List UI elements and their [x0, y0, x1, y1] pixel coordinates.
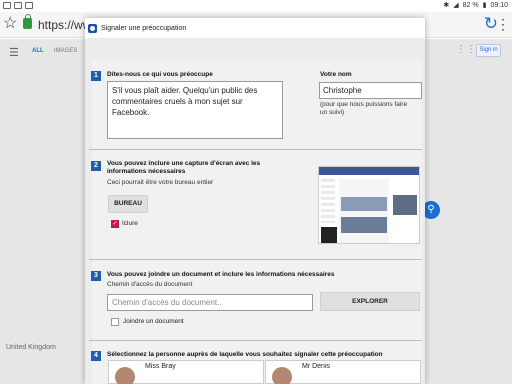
- status-indicators: ✱ ◢ 82 % ▮ 09:10: [443, 1, 508, 10]
- tab-all[interactable]: ALL: [32, 48, 44, 54]
- preview-feed: [339, 179, 389, 243]
- avatar: [272, 367, 292, 384]
- preview-post: [341, 217, 387, 233]
- section-divider: [89, 259, 422, 260]
- app-notification-icon: [14, 2, 22, 9]
- hamburger-menu-icon[interactable]: ☰: [9, 46, 19, 59]
- apps-grid-icon[interactable]: ⋮⋮: [456, 44, 476, 55]
- bluetooth-icon: ✱: [443, 2, 450, 9]
- section-4-label: Sélectionnez la personne auprès de laque…: [107, 351, 383, 358]
- attach-document-checkbox[interactable]: [111, 318, 119, 326]
- include-screenshot-label: Iclure: [122, 220, 138, 227]
- person-name: Miss Bray: [145, 363, 176, 370]
- person-name: Mr Denis: [302, 363, 331, 370]
- name-label: Votre nom: [320, 71, 352, 78]
- preview-post: [341, 197, 387, 211]
- gallery-notification-icon: [3, 2, 11, 9]
- preview-thumbnail: [321, 227, 337, 243]
- wifi-icon: ◢: [453, 2, 459, 9]
- section-4-number: 4: [91, 351, 101, 361]
- battery-icon: ▮: [482, 2, 487, 9]
- person-card[interactable]: Mr Denis: [265, 360, 421, 384]
- section-divider: [89, 340, 422, 341]
- attach-document-label: Joindre un document: [123, 318, 184, 325]
- section-1-number: 1: [91, 71, 101, 81]
- dialog-header: Signaler une préoccupation: [85, 18, 425, 38]
- section-1-label: Dites-nous ce qui vous préoccupe: [107, 71, 213, 78]
- browser-menu-icon[interactable]: ⋮: [496, 15, 510, 33]
- include-screenshot-checkbox[interactable]: ✓: [111, 220, 119, 228]
- section-3-label: Vous pouvez joindre un document et inclu…: [107, 271, 335, 278]
- notification-icons: [3, 2, 33, 9]
- avatar: [115, 367, 135, 384]
- country-label: United Kingdom: [6, 344, 56, 351]
- preview-photo: [393, 195, 417, 215]
- desktop-capture-button[interactable]: BUREAU: [108, 195, 148, 213]
- clock: 09:10: [490, 1, 508, 9]
- shield-icon: [88, 23, 97, 33]
- preview-header: [319, 167, 419, 175]
- preview-sidebar: [321, 179, 335, 223]
- tab-images[interactable]: IMAGES: [54, 48, 77, 54]
- explore-button[interactable]: EXPLORER: [320, 292, 420, 311]
- concern-textarea[interactable]: S'il vous plaît aider. Quelqu'un public …: [107, 81, 283, 139]
- sign-in-button[interactable]: Sign in: [476, 44, 501, 57]
- document-path-input[interactable]: Chemin d'accès du document..: [107, 294, 313, 311]
- section-2-label: Vous pouvez inclure une capture d'écran …: [107, 160, 261, 175]
- section-3-sub: Chemin d'accès du document: [107, 281, 193, 288]
- bookmark-star-icon[interactable]: ☆: [3, 15, 17, 33]
- section-3-number: 3: [91, 271, 101, 281]
- person-card[interactable]: Miss Bray: [108, 360, 264, 384]
- status-bar: ✱ ◢ 82 % ▮ 09:10: [0, 0, 512, 12]
- name-field[interactable]: Christophe: [319, 82, 422, 99]
- name-hint: (pour que nous puissions faire un suivi): [320, 101, 408, 116]
- secure-lock-icon[interactable]: [23, 14, 32, 29]
- dialog-title: Signaler une préoccupation: [101, 24, 187, 32]
- section-2-number: 2: [91, 161, 101, 171]
- section-divider: [89, 149, 422, 150]
- screenshot-preview: [318, 166, 420, 244]
- image-notification-icon: [25, 2, 33, 9]
- section-2-sub: Ceci pourrait être votre bureau entier: [107, 179, 214, 186]
- battery-percent: 82 %: [462, 1, 479, 9]
